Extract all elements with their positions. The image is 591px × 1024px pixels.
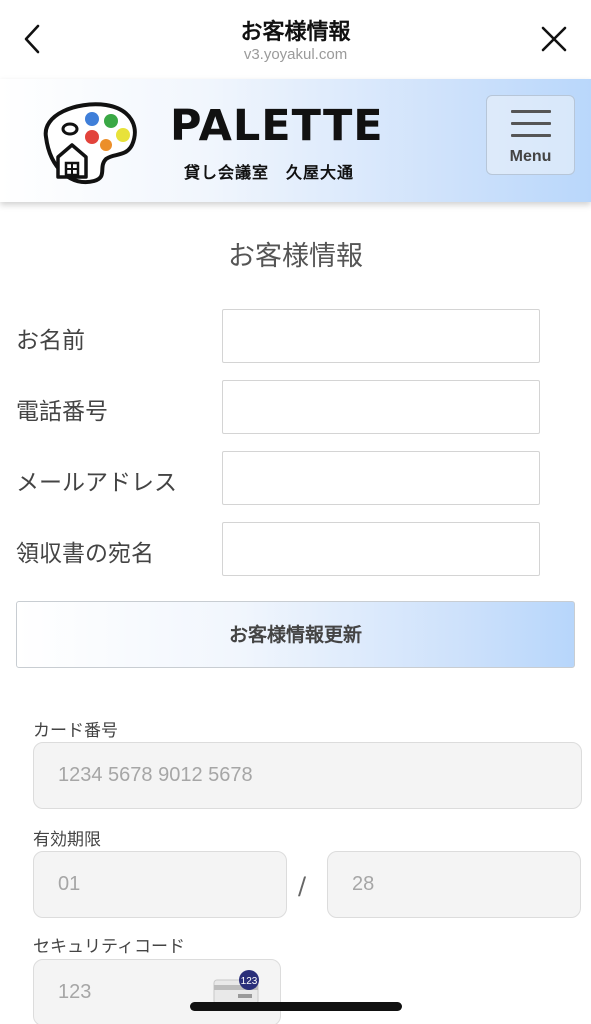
expiry-year-placeholder: 28 (352, 873, 375, 895)
expiry-month-input[interactable]: 01 (33, 851, 287, 918)
expiry-label: 有効期限 (33, 830, 101, 850)
form-row-receipt-name: 領収書の宛名 (0, 522, 591, 576)
section-title: お客様情報 (228, 241, 363, 272)
receipt-name-label: 領収書の宛名 (16, 541, 154, 567)
menu-button[interactable]: Menu (486, 95, 575, 175)
brand-subtitle: 貸し会議室 久屋大通 (184, 163, 355, 182)
palette-logo-icon[interactable] (36, 97, 140, 185)
expiry-separator: / (298, 872, 307, 900)
expiry-month-placeholder: 01 (58, 873, 81, 895)
browser-topbar: お客様情報 v3.yoyakul.com (0, 0, 591, 79)
card-back-icon: 123 (213, 970, 259, 1005)
menu-label: Menu (509, 148, 552, 165)
form-row-email: メールアドレス (0, 451, 591, 505)
form-row-phone: 電話番号 (0, 380, 591, 434)
name-label: お名前 (16, 328, 85, 354)
phone-input[interactable] (222, 380, 540, 434)
card-number-label: カード番号 (33, 721, 118, 741)
cvc-placeholder: 123 (58, 981, 92, 1003)
site-header: PALETTE 貸し会議室 久屋大通 Menu (0, 79, 591, 202)
receipt-name-input[interactable] (222, 522, 540, 576)
email-input[interactable] (222, 451, 540, 505)
cvc-label: セキュリティコード (33, 937, 185, 957)
card-number-placeholder: 1234 5678 9012 5678 (58, 764, 253, 786)
cvc-badge-text: 123 (241, 976, 258, 987)
page-url: v3.yoyakul.com (243, 46, 348, 63)
brand-name: PALETTE (170, 101, 384, 151)
home-indicator[interactable] (190, 1002, 402, 1011)
close-icon[interactable] (539, 24, 569, 54)
card-number-input[interactable]: 1234 5678 9012 5678 (33, 742, 582, 809)
page-title: お客様情報 (240, 20, 351, 45)
expiry-year-input[interactable]: 28 (327, 851, 581, 918)
email-label: メールアドレス (16, 470, 177, 496)
update-customer-info-button[interactable]: お客様情報更新 (16, 601, 575, 668)
phone-label: 電話番号 (16, 399, 108, 425)
form-row-name: お名前 (0, 309, 591, 363)
hamburger-icon (511, 110, 551, 140)
name-input[interactable] (222, 309, 540, 363)
